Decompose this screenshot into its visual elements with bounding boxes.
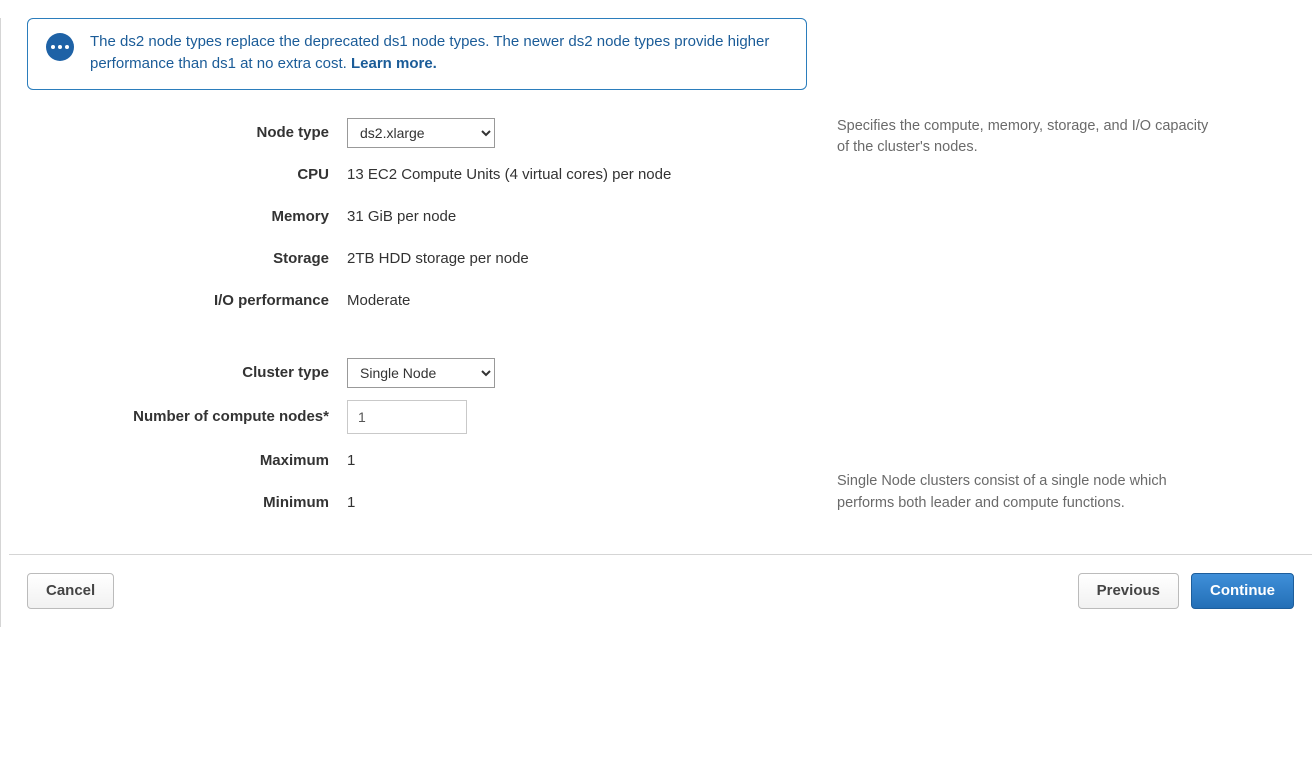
- cpu-value: 13 EC2 Compute Units (4 virtual cores) p…: [347, 166, 827, 183]
- cluster-type-label: Cluster type: [27, 364, 347, 381]
- io-performance-label: I/O performance: [27, 292, 347, 309]
- storage-label: Storage: [27, 250, 347, 267]
- cpu-label: CPU: [27, 166, 347, 183]
- maximum-label: Maximum: [27, 452, 347, 469]
- memory-value: 31 GiB per node: [347, 208, 827, 225]
- chat-bubble-icon: [46, 33, 74, 61]
- wizard-footer: Cancel Previous Continue: [9, 554, 1312, 627]
- node-type-select[interactable]: ds2.xlarge: [347, 118, 495, 148]
- node-type-help-text: Specifies the compute, memory, storage, …: [837, 116, 1217, 160]
- info-banner: The ds2 node types replace the deprecate…: [27, 18, 807, 90]
- node-type-label: Node type: [27, 124, 347, 141]
- cluster-type-help-text: Single Node clusters consist of a single…: [837, 471, 1217, 515]
- maximum-value: 1: [347, 452, 827, 469]
- num-compute-nodes-label: Number of compute nodes*: [27, 408, 347, 425]
- info-banner-text: The ds2 node types replace the deprecate…: [90, 31, 788, 75]
- learn-more-link[interactable]: Learn more.: [351, 55, 437, 72]
- num-compute-nodes-input[interactable]: [347, 400, 467, 434]
- minimum-value: 1: [347, 494, 827, 511]
- io-performance-value: Moderate: [347, 292, 827, 309]
- cluster-type-select[interactable]: Single Node: [347, 358, 495, 388]
- memory-label: Memory: [27, 208, 347, 225]
- previous-button[interactable]: Previous: [1078, 573, 1179, 609]
- minimum-label: Minimum: [27, 494, 347, 511]
- storage-value: 2TB HDD storage per node: [347, 250, 827, 267]
- continue-button[interactable]: Continue: [1191, 573, 1294, 609]
- cancel-button[interactable]: Cancel: [27, 573, 114, 609]
